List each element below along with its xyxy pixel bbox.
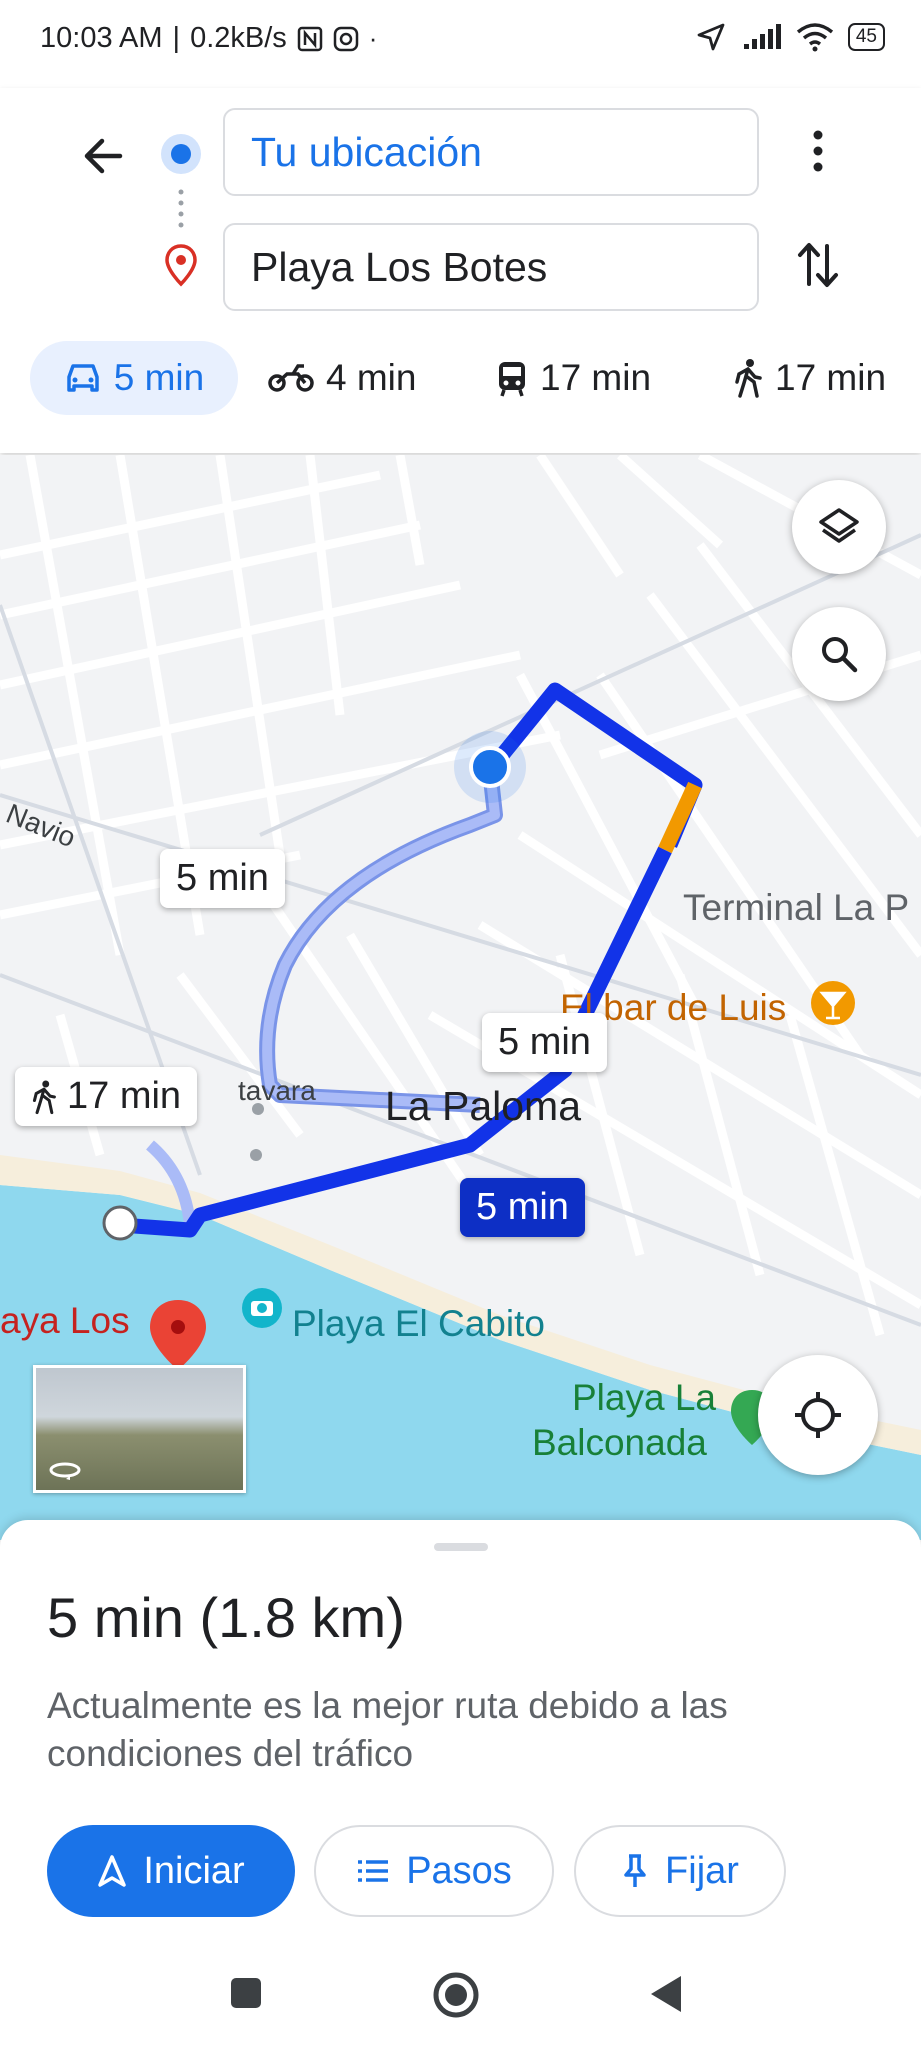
home-icon[interactable] [432,1971,480,2019]
back-icon[interactable] [648,1973,684,2015]
route-dots-icon [178,189,184,228]
origin-dot-icon [161,134,201,174]
mode-walk-label: 17 min [775,357,887,398]
navigation-arrow-icon [98,1855,127,1887]
walking-time-bubble[interactable]: 17 min [15,1067,198,1126]
recents-icon[interactable] [228,1975,264,2011]
transit-icon [499,362,525,397]
instagram-icon [333,26,359,51]
directions-header: Tu ubicación Playa Los Botes 5 min 4 min… [0,88,921,453]
steps-button-label: Pasos [406,1849,512,1892]
destination-pin-icon [165,244,197,287]
notification-dot-icon: · [368,23,378,53]
route-summary: 5 min (1.8 km) [47,1585,405,1650]
route-duration: 5 min [47,1586,184,1649]
back-arrow-icon[interactable] [80,133,126,179]
steps-button[interactable]: Pasos [314,1825,554,1917]
layers-icon [819,508,859,543]
current-location-dot [469,746,511,788]
pin-icon [624,1854,646,1887]
playa-la-balconada-label-1: Playa La [572,1377,716,1418]
battery-indicator: 45 [847,23,885,51]
la-paloma-label: La Paloma [385,1083,582,1129]
route-distance: (1.8 km) [199,1586,405,1649]
360-view-icon [49,1462,81,1480]
start-button[interactable]: Iniciar [47,1825,295,1917]
status-left: 10:03 AM | 0.2kB/s · [40,22,378,54]
route-summary-sheet: 5 min (1.8 km) Actualmente es la mejor r… [0,1520,921,2047]
origin-input[interactable]: Tu ubicación [223,108,759,196]
my-location-button[interactable] [758,1355,878,1475]
sheet-drag-handle[interactable] [434,1543,488,1551]
mode-transit-label: 17 min [540,357,652,398]
signal-icon [743,24,781,49]
status-net-speed: 0.2kB/s [190,22,287,54]
status-right: 45 [696,22,885,52]
mode-transit-tab[interactable]: 17 min [496,341,651,415]
mode-car-tab[interactable]: 5 min [30,341,238,415]
crosshair-icon [795,1392,841,1438]
nfc-icon [297,26,323,51]
layers-button[interactable] [792,480,886,574]
middle-route-time-bubble[interactable]: 5 min [482,1013,607,1072]
mode-motorcycle-label: 4 min [326,357,417,398]
status-bar: 10:03 AM | 0.2kB/s · 45 [0,0,921,88]
route-end-marker [102,1205,138,1241]
car-icon [67,364,99,392]
bar-pin [811,981,855,1025]
more-options-icon[interactable] [800,126,836,176]
terminal-label: Terminal La P [683,887,910,928]
route-description: Actualmente es la mejor ruta debido a la… [47,1685,728,1774]
walking-time-label: 17 min [67,1075,182,1117]
list-icon [358,1860,389,1882]
mode-car-label: 5 min [113,357,205,398]
playa-los-botes-label: aya Los [0,1300,130,1341]
status-time: 10:03 AM [40,22,163,54]
search-icon [822,637,858,673]
motorcycle-icon [268,364,314,392]
walk-icon [32,1080,56,1114]
walk-icon [735,359,762,398]
map-view[interactable]: Navio tavara La Paloma Terminal La P El … [0,455,921,1540]
playa-el-cabito-pin [242,1288,282,1328]
street-atavara-label: tavara [238,1075,316,1106]
android-nav-bar [0,1940,921,2047]
search-along-route-button[interactable] [792,607,886,701]
alternative-route-time-bubble[interactable]: 5 min [160,849,285,908]
wifi-icon [796,23,833,52]
swap-icon[interactable] [796,240,840,290]
pin-button-label: Fijar [665,1849,739,1892]
mode-motorcycle-tab[interactable]: 4 min [268,341,416,415]
playa-la-balconada-label-2: Balconada [532,1422,707,1463]
destination-input[interactable]: Playa Los Botes [223,223,759,311]
mode-walk-tab[interactable]: 17 min [733,341,886,415]
street-view-thumbnail[interactable] [33,1365,246,1493]
selected-route-time-bubble[interactable]: 5 min [460,1178,585,1237]
start-button-label: Iniciar [143,1849,245,1892]
playa-el-cabito-label: Playa El Cabito [292,1303,545,1344]
location-arrow-icon [697,23,725,51]
pin-button[interactable]: Fijar [574,1825,786,1917]
